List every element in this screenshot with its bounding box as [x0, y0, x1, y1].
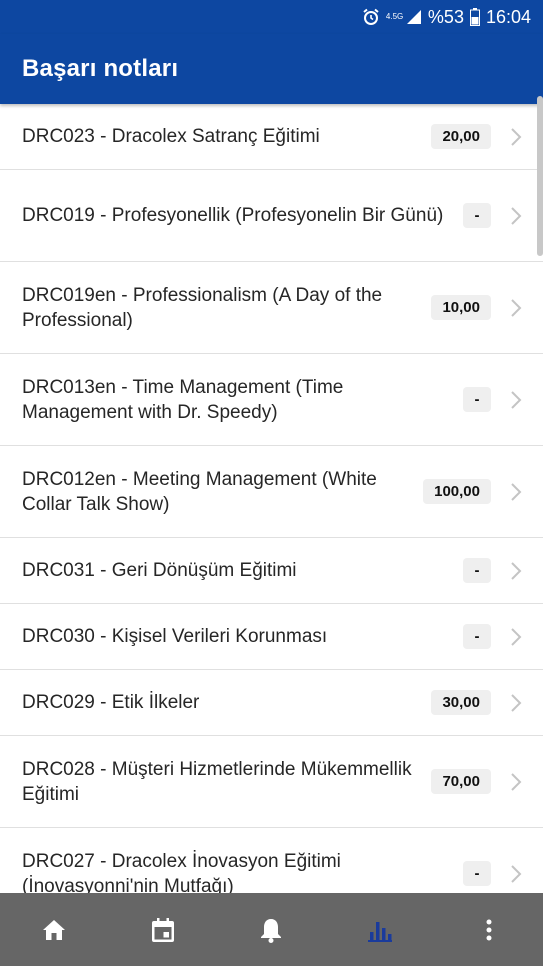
home-icon: [43, 919, 66, 940]
list-item[interactable]: DRC023 - Dracolex Satranç Eğitimi 20,00: [0, 104, 543, 170]
course-title: DRC012en - Meeting Management (White Col…: [22, 468, 377, 515]
course-title: DRC028 - Müşteri Hizmetlerinde Mükemmell…: [22, 758, 412, 805]
nav-home[interactable]: [0, 893, 109, 966]
status-icons: 4.5G %53 16:04: [362, 6, 531, 28]
clock: 16:04: [485, 6, 531, 27]
chevron-right-icon: [511, 772, 522, 791]
list-item[interactable]: DRC019en - Professionalism (A Day of the…: [0, 262, 543, 354]
score-badge: -: [463, 558, 491, 583]
course-title: DRC019en - Professionalism (A Day of the…: [22, 284, 383, 331]
course-title: DRC031 - Geri Dönüşüm Eğitimi: [22, 560, 297, 581]
chevron-right-icon: [511, 561, 522, 580]
list-item[interactable]: DRC012en - Meeting Management (White Col…: [0, 446, 543, 538]
chevron-right-icon: [511, 627, 522, 646]
bar-chart-icon: [368, 921, 393, 942]
network-type: 4.5G: [385, 12, 404, 21]
course-title: DRC013en - Time Management (Time Managem…: [22, 376, 344, 423]
score-badge: -: [463, 387, 491, 412]
score-badge: 30,00: [431, 690, 491, 715]
grades-list[interactable]: DRC023 - Dracolex Satranç Eğitimi 20,00 …: [0, 104, 543, 893]
list-item[interactable]: DRC031 - Geri Dönüşüm Eğitimi -: [0, 538, 543, 604]
signal-icon: [406, 10, 421, 24]
chevron-right-icon: [511, 298, 522, 317]
course-title: DRC030 - Kişisel Verileri Korunması: [22, 626, 328, 647]
chevron-right-icon: [511, 482, 522, 501]
list-item[interactable]: DRC030 - Kişisel Verileri Korunması -: [0, 604, 543, 670]
nav-more[interactable]: [434, 893, 543, 966]
score-badge: -: [463, 861, 491, 886]
list-item[interactable]: DRC027 - Dracolex İnovasyon Eğitimi (İno…: [0, 828, 543, 893]
battery-percent: %53: [427, 6, 464, 27]
status-bar: 4.5G %53 16:04: [0, 0, 543, 34]
score-badge: -: [463, 203, 491, 228]
nav-grades[interactable]: [326, 893, 435, 966]
score-badge: 10,00: [431, 295, 491, 320]
more-vertical-icon: [486, 919, 492, 940]
chevron-right-icon: [511, 693, 522, 712]
chevron-right-icon: [511, 127, 522, 146]
list-item[interactable]: DRC019 - Profesyonellik (Profesyonelin B…: [0, 170, 543, 262]
chevron-right-icon: [511, 206, 522, 225]
nav-calendar[interactable]: [109, 893, 218, 966]
app-bar: Başarı notları: [0, 34, 543, 104]
chevron-right-icon: [511, 864, 522, 883]
list-item[interactable]: DRC029 - Etik İlkeler 30,00: [0, 670, 543, 736]
course-title: DRC019 - Profesyonellik (Profesyonelin B…: [22, 205, 444, 226]
page-title: Başarı notları: [22, 55, 179, 82]
course-title: DRC027 - Dracolex İnovasyon Eğitimi (İno…: [22, 850, 341, 894]
bottom-nav: [0, 893, 543, 966]
battery-icon: [469, 8, 480, 26]
list-item[interactable]: DRC013en - Time Management (Time Managem…: [0, 354, 543, 446]
course-title: DRC029 - Etik İlkeler: [22, 692, 200, 713]
calendar-icon: [151, 917, 174, 942]
scrollbar[interactable]: [537, 96, 543, 256]
score-badge: 70,00: [431, 769, 491, 794]
score-badge: 100,00: [423, 479, 491, 504]
course-title: DRC023 - Dracolex Satranç Eğitimi: [22, 126, 320, 147]
list-item[interactable]: DRC028 - Müşteri Hizmetlerinde Mükemmell…: [0, 736, 543, 828]
alarm-icon: [363, 8, 379, 25]
score-badge: 20,00: [431, 124, 491, 149]
nav-notifications[interactable]: [217, 893, 326, 966]
score-badge: -: [463, 624, 491, 649]
chevron-right-icon: [511, 390, 522, 409]
bell-icon: [261, 918, 282, 943]
